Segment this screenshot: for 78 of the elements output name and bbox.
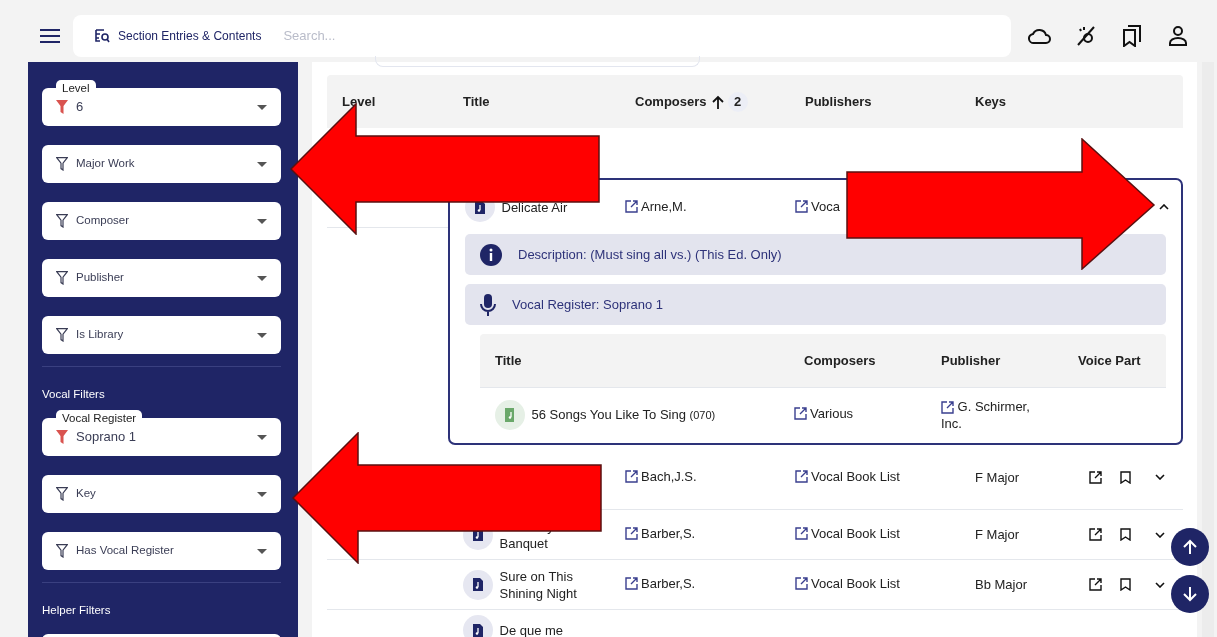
microphone-icon (480, 293, 496, 316)
title-text: 56 Songs You Like To Sing (070) (531, 405, 716, 424)
column-header: Publishers (804, 92, 873, 111)
composer-link[interactable]: Barber,S. (625, 525, 696, 542)
caret-icon (257, 548, 267, 554)
floating-label: Vocal Register (56, 410, 143, 426)
chevron-down-icon (1155, 474, 1165, 480)
filter-group-heading: Vocal Filters (42, 387, 106, 401)
column-header: Title (494, 351, 523, 370)
open-link-icon[interactable] (1086, 525, 1104, 544)
key-text: F Major (974, 468, 1021, 486)
filter-dropdown[interactable]: Major Work (42, 145, 281, 183)
filter-dropdown[interactable]: Has Vocal Register (42, 532, 281, 570)
publisher-link[interactable]: Vocal Book List (795, 525, 900, 542)
open-link-icon[interactable] (1086, 468, 1104, 486)
description-alert: Description: (Must sing all vs.) (This Ed. Only) (465, 234, 1166, 275)
filter-dropdown[interactable]: Composer (42, 202, 281, 240)
composer-link[interactable]: Bach,J.S. (625, 467, 697, 485)
publisher-link[interactable]: Voca (795, 197, 840, 215)
input-field[interactable] (375, 56, 700, 67)
external-link-icon (625, 199, 638, 213)
arrow-up-icon (1183, 539, 1197, 555)
column-header: Voice Part (1077, 351, 1142, 370)
external-link-icon (795, 527, 808, 540)
filter-group-heading: Helper Filters (42, 603, 112, 617)
caret-icon (257, 332, 267, 338)
chevron-down-icon (1155, 531, 1165, 538)
caret-icon (257, 491, 267, 497)
info-icon (480, 243, 502, 266)
vocal-register-alert: Vocal Register: Soprano 1 (465, 284, 1166, 325)
external-link-icon (625, 577, 638, 590)
publisher-link[interactable]: Vocal Book List (795, 575, 900, 592)
key-text: Bb Major (974, 576, 1029, 593)
external-link-icon (795, 199, 808, 213)
external-link-icon (795, 469, 808, 483)
composer-link[interactable]: Various (794, 405, 854, 422)
external-link-icon (625, 527, 638, 540)
column-header: Level (341, 92, 377, 111)
publisher-link[interactable]: G. Schirmer, Inc. (926, 397, 1051, 432)
column-header: Title (462, 92, 491, 111)
column-header: Keys (974, 92, 1008, 111)
filter-dropdown[interactable]: Is Library (42, 316, 281, 354)
caret-icon (257, 218, 267, 224)
score-icon (463, 569, 493, 600)
key-text: F Major (974, 526, 1021, 543)
caret-icon (257, 104, 267, 110)
search-input[interactable]: Search... (281, 25, 882, 47)
filter-dropdown[interactable]: Key (42, 475, 281, 513)
arrow-down-icon (1183, 586, 1197, 602)
chevron-down-icon (1155, 581, 1165, 588)
menu-icon (40, 29, 60, 43)
scroll-up-button[interactable] (1171, 528, 1209, 566)
scrollbar[interactable] (1202, 62, 1214, 637)
scroll-down-button[interactable] (1171, 575, 1209, 613)
title-text: Delicate Air (501, 198, 568, 216)
external-link-icon (941, 400, 954, 414)
composer-link[interactable]: Barber,S. (625, 575, 696, 592)
column-header[interactable]: Composers (635, 93, 707, 109)
caret-icon (257, 161, 267, 167)
composer-link[interactable]: Arne,M. (625, 197, 687, 215)
sort-rank-badge: 2 (727, 91, 748, 112)
caret-icon (257, 275, 267, 281)
section-title: Section Entries & Contents (118, 28, 262, 45)
external-link-icon (794, 407, 807, 420)
title-text: Sure on This Shining Night (499, 567, 578, 602)
title-text: De que me (499, 621, 564, 637)
open-link-icon[interactable] (1086, 575, 1104, 594)
publisher-link[interactable]: Vocal Book List (795, 467, 900, 485)
caret-icon (257, 434, 267, 440)
chevron-up-icon (1159, 204, 1169, 210)
external-link-icon (625, 469, 638, 483)
filter-dropdown[interactable]: Publisher (42, 259, 281, 297)
search-field[interactable]: Section Entries & Contents Search... (73, 15, 1011, 57)
external-link-icon (795, 577, 808, 590)
column-header: Publisher (940, 351, 1002, 370)
search-list-icon (95, 29, 110, 43)
book-icon (495, 399, 525, 430)
column-header: Composers (803, 351, 877, 370)
